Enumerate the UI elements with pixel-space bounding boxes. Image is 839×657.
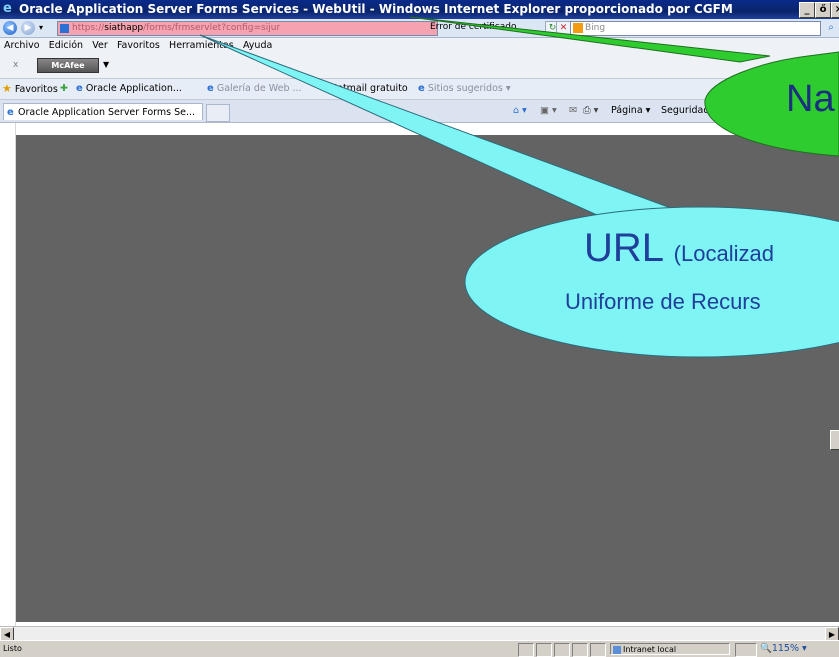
menu-herramientas[interactable]: Herramientas [166, 38, 237, 54]
search-icon[interactable]: ⌕ [824, 21, 838, 35]
home-icon[interactable]: ⌂ ▾ [513, 104, 527, 118]
add-favorite-icon[interactable]: ✚ [60, 82, 68, 96]
security-menu-label: Seguridad [661, 105, 710, 116]
close-button[interactable]: × [831, 2, 839, 18]
address-field[interactable]: https://siathapp/forms/frmservlet?config… [57, 21, 438, 36]
favorite-oracle[interactable]: e Oracle Application... [76, 82, 182, 96]
page-icon [60, 24, 69, 33]
ie-page-icon: e [207, 83, 214, 94]
status-bar: Listo Intranet local 🔍115% ▾ [0, 640, 839, 657]
zoom-control[interactable]: 🔍115% ▾ [760, 643, 807, 655]
url-callout-heading: URL (Localizad [584, 226, 774, 271]
status-panel [590, 643, 606, 657]
status-panel [572, 643, 588, 657]
status-text: Listo [3, 644, 22, 653]
security-zone-label: Intranet local [623, 645, 677, 654]
favorite-hotmail-label: Hotmail gratuito [330, 83, 408, 94]
menu-bar: Archivo Edición Ver Favoritos Herramient… [0, 38, 839, 54]
zoom-level: 115% [771, 643, 800, 654]
status-panel [536, 643, 552, 657]
vertical-scroll-thumb[interactable] [830, 430, 839, 450]
bing-icon [573, 23, 583, 33]
url-callout-line2: Uniforme de Recurs [565, 289, 761, 314]
protected-mode-icon[interactable] [735, 643, 757, 657]
certificate-error-button[interactable]: Error de certificado [430, 21, 540, 34]
menu-ayuda[interactable]: Ayuda [240, 38, 275, 54]
tab-oracle-label: Oracle Application Server Forms Se... [18, 107, 196, 118]
feeds-icon[interactable]: ▣ ▾ [540, 104, 557, 118]
scroll-left-icon[interactable]: ◀ [0, 627, 14, 641]
favorites-label: Favoritos [14, 84, 58, 95]
mcafee-dropdown-icon[interactable]: ▼ [103, 60, 109, 69]
intranet-icon [613, 646, 621, 654]
url-host: siathapp [104, 23, 144, 33]
tab-oracle[interactable]: e Oracle Application Server Forms Se... [3, 103, 203, 120]
mcafee-button[interactable]: McAfee [37, 58, 99, 73]
horizontal-scrollbar[interactable]: ◀ ▶ [0, 626, 839, 641]
url-callout-paren: (Localizad [673, 241, 774, 266]
page-content [0, 123, 839, 626]
url-path: /forms/frmservlet?config=sijur [143, 23, 281, 33]
menu-edicion[interactable]: Edición [46, 38, 86, 54]
search-placeholder: Bing [585, 23, 606, 33]
security-zone[interactable]: Intranet local [610, 643, 730, 655]
status-panel [518, 643, 534, 657]
page-menu-label: Página [611, 105, 643, 116]
forward-icon[interactable]: ▶ [21, 21, 35, 35]
favorite-suggested-label: Sitios sugeridos [427, 83, 503, 94]
ie-page-icon: e [76, 83, 83, 94]
ie-page-icon: e [7, 107, 14, 118]
url-callout-main: URL [584, 226, 663, 270]
favorites-bar: ★ Favoritos ✚ e Oracle Application... e … [0, 79, 839, 100]
title-bar: e Oracle Application Server Forms Servic… [0, 0, 839, 19]
menu-favoritos[interactable]: Favoritos [114, 38, 163, 54]
mcafee-close-button[interactable]: x [13, 60, 18, 70]
favorite-gallery[interactable]: e Galería de Web ... [207, 82, 302, 96]
forms-applet-area[interactable] [16, 135, 839, 622]
address-toolbar: ◀ ▶ ▾ https://siathapp/forms/frmservlet?… [0, 19, 839, 38]
ie-page-icon: e [418, 83, 425, 94]
content-left-margin [0, 123, 16, 626]
search-input[interactable]: Bing [570, 21, 821, 36]
security-menu[interactable]: Seguridad ▾ [661, 104, 717, 118]
favorite-gallery-label: Galería de Web ... [216, 83, 302, 94]
stop-icon[interactable]: ✕ [556, 21, 571, 36]
tab-bar: e Oracle Application Server Forms Se... … [0, 100, 839, 123]
favorite-suggested[interactable]: e Sitios sugeridos ▾ [418, 82, 511, 96]
favorite-hotmail[interactable]: Hotmail gratuito [330, 82, 408, 96]
url-scheme: https:// [72, 23, 105, 33]
star-icon: ★ [2, 82, 12, 95]
window-title: Oracle Application Server Forms Services… [19, 2, 733, 16]
menu-ver[interactable]: Ver [89, 38, 111, 54]
favorite-oracle-label: Oracle Application... [85, 83, 182, 94]
minimize-button[interactable]: _ [799, 2, 815, 18]
favorites-button[interactable]: ★ Favoritos [2, 82, 58, 97]
ie-logo-icon: e [3, 1, 12, 16]
title-callout-text: Na [786, 78, 835, 120]
scroll-right-icon[interactable]: ▶ [825, 627, 839, 641]
mail-icon[interactable]: ✉ [569, 104, 577, 118]
print-icon[interactable]: ⎙ ▾ [583, 104, 598, 118]
status-panel [554, 643, 570, 657]
new-tab-button[interactable] [206, 104, 230, 122]
restore-button[interactable]: ő [815, 2, 831, 18]
history-dropdown-icon[interactable]: ▾ [39, 23, 43, 32]
page-menu[interactable]: Página ▾ [611, 104, 650, 118]
back-icon[interactable]: ◀ [3, 21, 17, 35]
menu-archivo[interactable]: Archivo [1, 38, 43, 54]
mcafee-toolbar: x McAfee ▼ [0, 54, 839, 79]
